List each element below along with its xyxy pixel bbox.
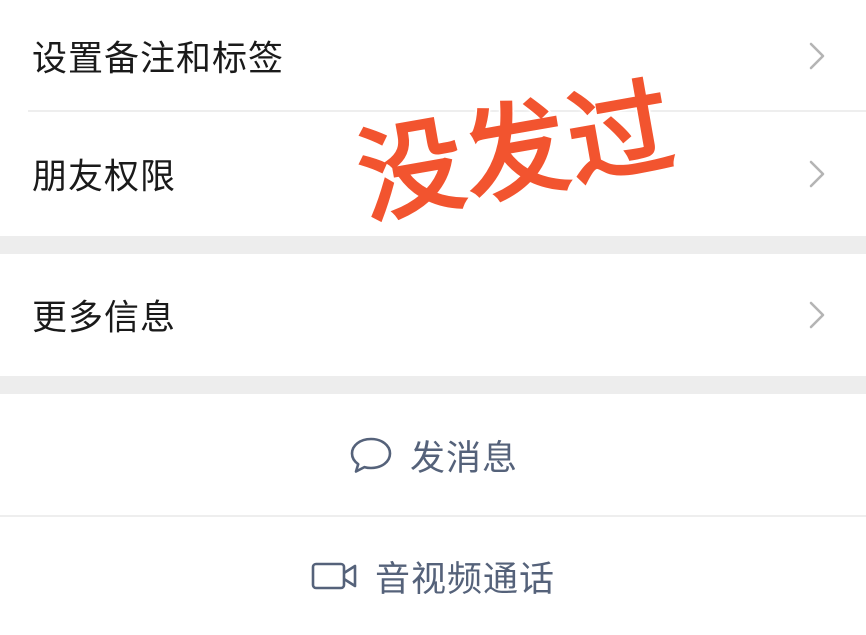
more-info-row[interactable]: 更多信息	[0, 254, 866, 376]
video-call-content: 音视频通话	[311, 551, 555, 602]
set-remark-and-tags-label: 设置备注和标签	[32, 39, 285, 79]
send-message-button[interactable]: 发消息	[0, 394, 866, 516]
video-call-label: 音视频通话	[374, 559, 555, 600]
video-camera-icon	[311, 562, 357, 590]
video-call-button[interactable]: 音视频通话	[0, 517, 866, 635]
section-gap	[0, 376, 866, 394]
send-message-content: 发消息	[348, 430, 518, 481]
chat-bubble-icon	[350, 437, 392, 473]
contact-profile-screen: 设置备注和标签 朋友权限 更多信息 发消息 音视频通话 没发过	[0, 0, 866, 635]
chevron-right-icon	[809, 301, 825, 329]
chevron-right-icon	[809, 42, 825, 69]
send-message-label: 发消息	[409, 438, 518, 479]
section-gap	[0, 236, 866, 254]
chevron-right-icon	[809, 160, 825, 188]
set-remark-and-tags-row[interactable]: 设置备注和标签	[0, 0, 866, 111]
friend-permissions-label: 朋友权限	[32, 157, 177, 198]
more-info-label: 更多信息	[32, 298, 177, 339]
